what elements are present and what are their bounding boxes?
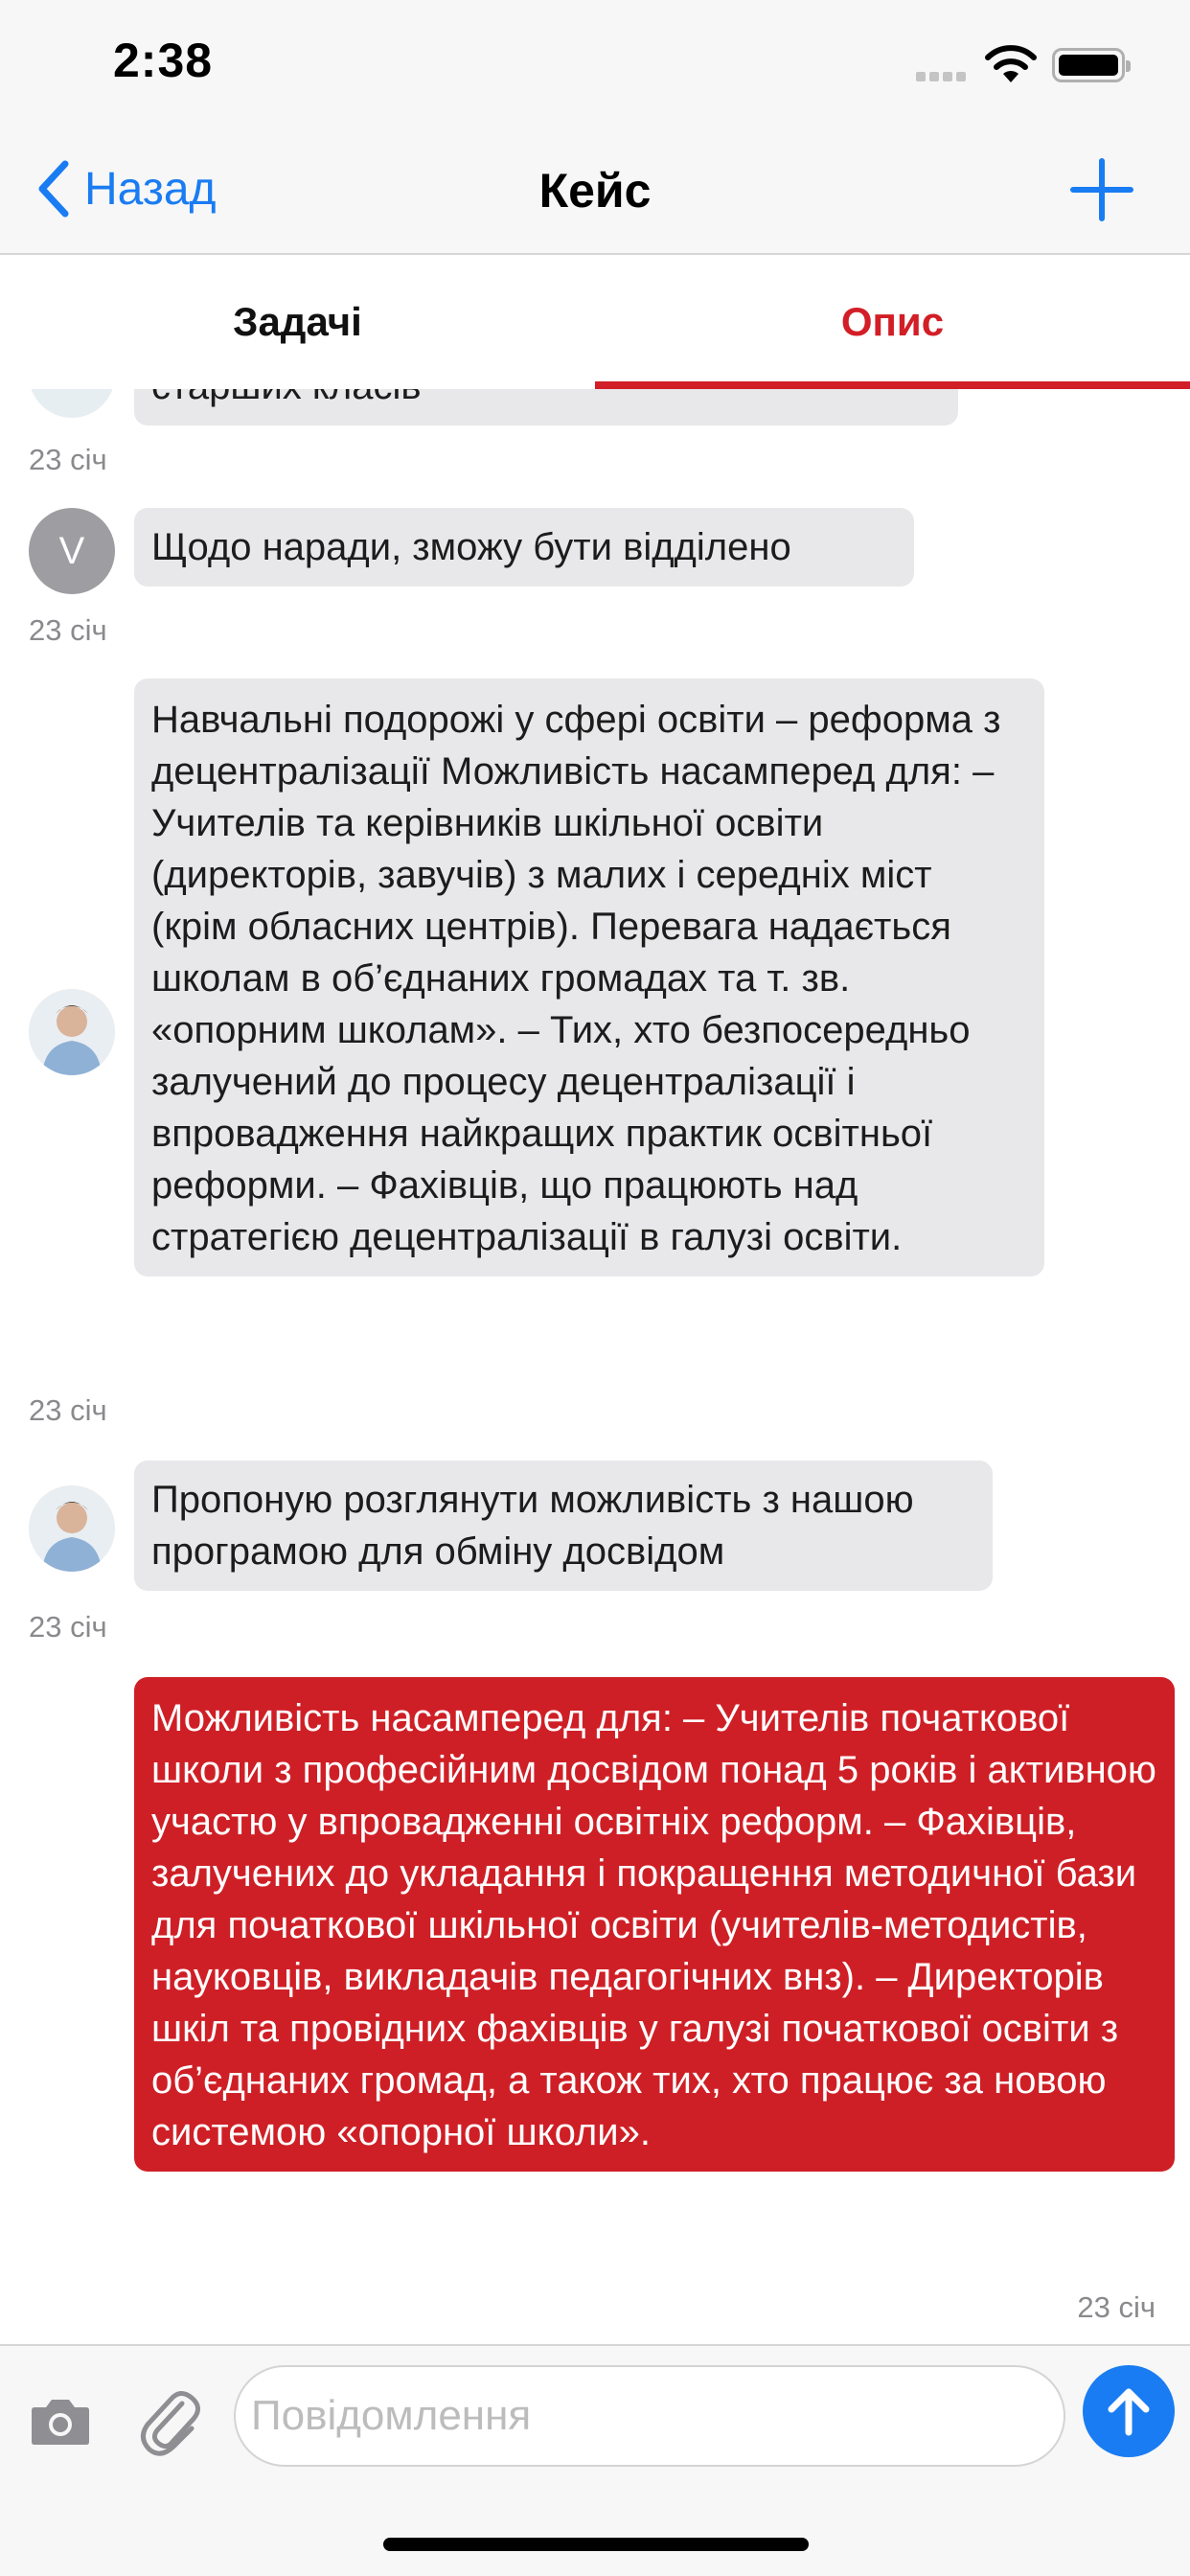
camera-icon[interactable] [29, 2394, 92, 2448]
tab-description[interactable]: Опис [595, 255, 1190, 389]
message-timestamp: 23 січ [29, 1610, 107, 1644]
paperclip-icon[interactable] [136, 2384, 203, 2457]
avatar-letter: V [58, 529, 85, 572]
cellular-signal-icon [916, 69, 970, 81]
message-bubble[interactable]: старших класів [134, 389, 958, 426]
message-bubble[interactable]: Щодо наради, зможу бути відділено [134, 508, 914, 586]
navigation-bar: Назад Кейс [0, 134, 1190, 255]
message-text: Можливість насамперед для: – Учителів по… [151, 1697, 1156, 2153]
user-photo-icon [29, 989, 115, 1075]
status-bar: 2:38 [0, 0, 1190, 134]
wifi-icon [985, 45, 1037, 82]
message-bubble-outgoing[interactable]: Можливість насамперед для: – Учителів по… [134, 1677, 1175, 2172]
message-text: Пропоную розглянути можливість з нашою п… [151, 1479, 914, 1573]
active-tab-indicator [595, 381, 1190, 389]
send-button[interactable] [1083, 2365, 1175, 2457]
message-timestamp: 23 січ [29, 613, 107, 647]
message-input[interactable] [234, 2365, 1065, 2467]
avatar [29, 989, 115, 1075]
arrow-up-icon [1108, 2388, 1150, 2436]
message-text: Щодо наради, зможу бути відділено [151, 526, 791, 568]
message-text: старших класів [151, 389, 422, 407]
message-timestamp: 23 січ [1077, 2290, 1156, 2324]
message-timestamp: 23 січ [29, 1393, 107, 1427]
home-indicator[interactable] [383, 2538, 809, 2551]
page-title: Кейс [538, 164, 652, 218]
user-photo-icon [29, 1485, 115, 1572]
message-bubble[interactable]: Пропоную розглянути можливість з нашою п… [134, 1460, 993, 1591]
app-screen: 2:38 Назад Кейс Задачі Опис старши [0, 0, 1190, 2576]
message-timestamp: 23 січ [29, 443, 107, 476]
message-bubble[interactable]: Навчальні подорожі у сфері освіти – рефо… [134, 678, 1044, 1276]
message-list[interactable]: старших класів 23 січ V Щодо наради, змо… [0, 389, 1190, 2344]
battery-icon [1052, 48, 1131, 82]
message-text: Навчальні подорожі у сфері освіти – рефо… [151, 699, 1001, 1258]
avatar [29, 1485, 115, 1572]
status-time: 2:38 [113, 34, 214, 87]
avatar: V [29, 508, 115, 594]
tab-tasks[interactable]: Задачі [0, 255, 595, 389]
avatar [29, 389, 115, 418]
add-button[interactable] [1067, 155, 1136, 224]
tab-bar: Задачі Опис [0, 255, 1190, 389]
